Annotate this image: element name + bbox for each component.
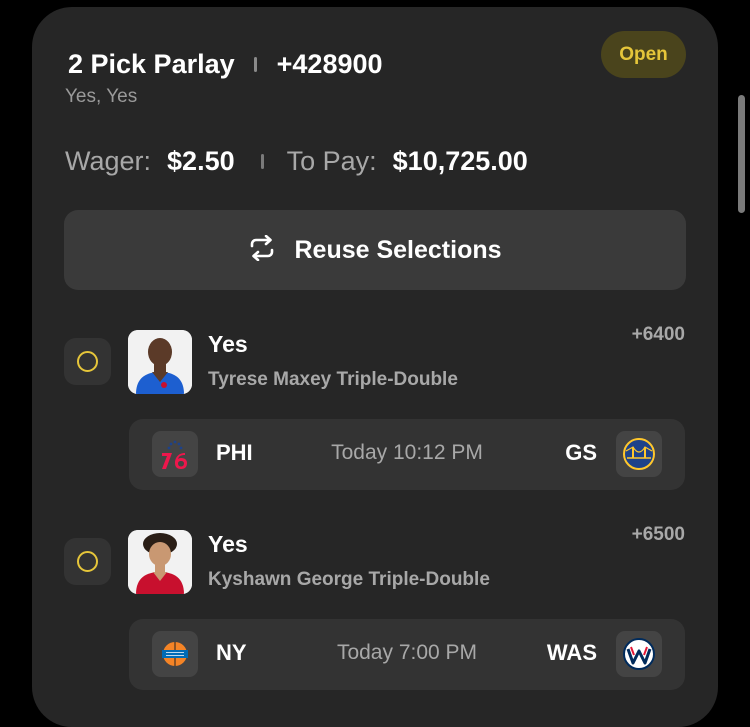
bet-title: 2 Pick Parlay [68, 48, 235, 79]
scrollbar[interactable] [738, 95, 745, 213]
leg-status-indicator[interactable] [64, 538, 111, 585]
status-badge: Open [601, 31, 686, 78]
player-avatar [128, 330, 192, 394]
leg-market: Tyrese Maxey Triple-Double [208, 369, 458, 390]
repeat-icon [248, 234, 276, 266]
payout-value: $10,725.00 [392, 145, 528, 176]
game-matchup[interactable]: PHI Today 10:12 PM GS [129, 419, 685, 490]
game-time: Today 7:00 PM [336, 641, 478, 664]
pending-circle-icon [77, 551, 98, 572]
pending-circle-icon [77, 351, 98, 372]
reuse-selections-button[interactable]: Reuse Selections [64, 210, 686, 290]
leg-status-indicator[interactable] [64, 338, 111, 385]
parlay-odds: +428900 [276, 48, 383, 79]
home-team: WAS [546, 640, 597, 665]
game-matchup[interactable]: NY Today 7:00 PM WAS [129, 619, 685, 690]
leg-odds: +6500 [631, 524, 685, 545]
divider [253, 56, 257, 72]
player-avatar [128, 530, 192, 594]
payout-label: To Pay: [286, 145, 377, 176]
team-logo-gs-icon [616, 431, 662, 477]
home-team: GS [565, 440, 597, 465]
leg-market: Kyshawn George Triple-Double [208, 569, 490, 590]
leg-pick: Yes [208, 331, 248, 357]
bet-header: 2 Pick Parlay +428900 [68, 46, 383, 82]
team-logo-was-icon [616, 631, 662, 677]
reuse-selections-label: Reuse Selections [294, 235, 502, 264]
game-time: Today 10:12 PM [331, 441, 483, 464]
wager-value: $2.50 [167, 145, 235, 176]
wager-label: Wager: [65, 145, 152, 176]
leg-pick: Yes [208, 531, 248, 557]
wager-row: Wager: $2.50 To Pay: $10,725.00 [65, 143, 528, 179]
leg-odds: +6400 [631, 324, 685, 345]
divider [260, 153, 264, 169]
bet-subtitle: Yes, Yes [65, 86, 138, 107]
